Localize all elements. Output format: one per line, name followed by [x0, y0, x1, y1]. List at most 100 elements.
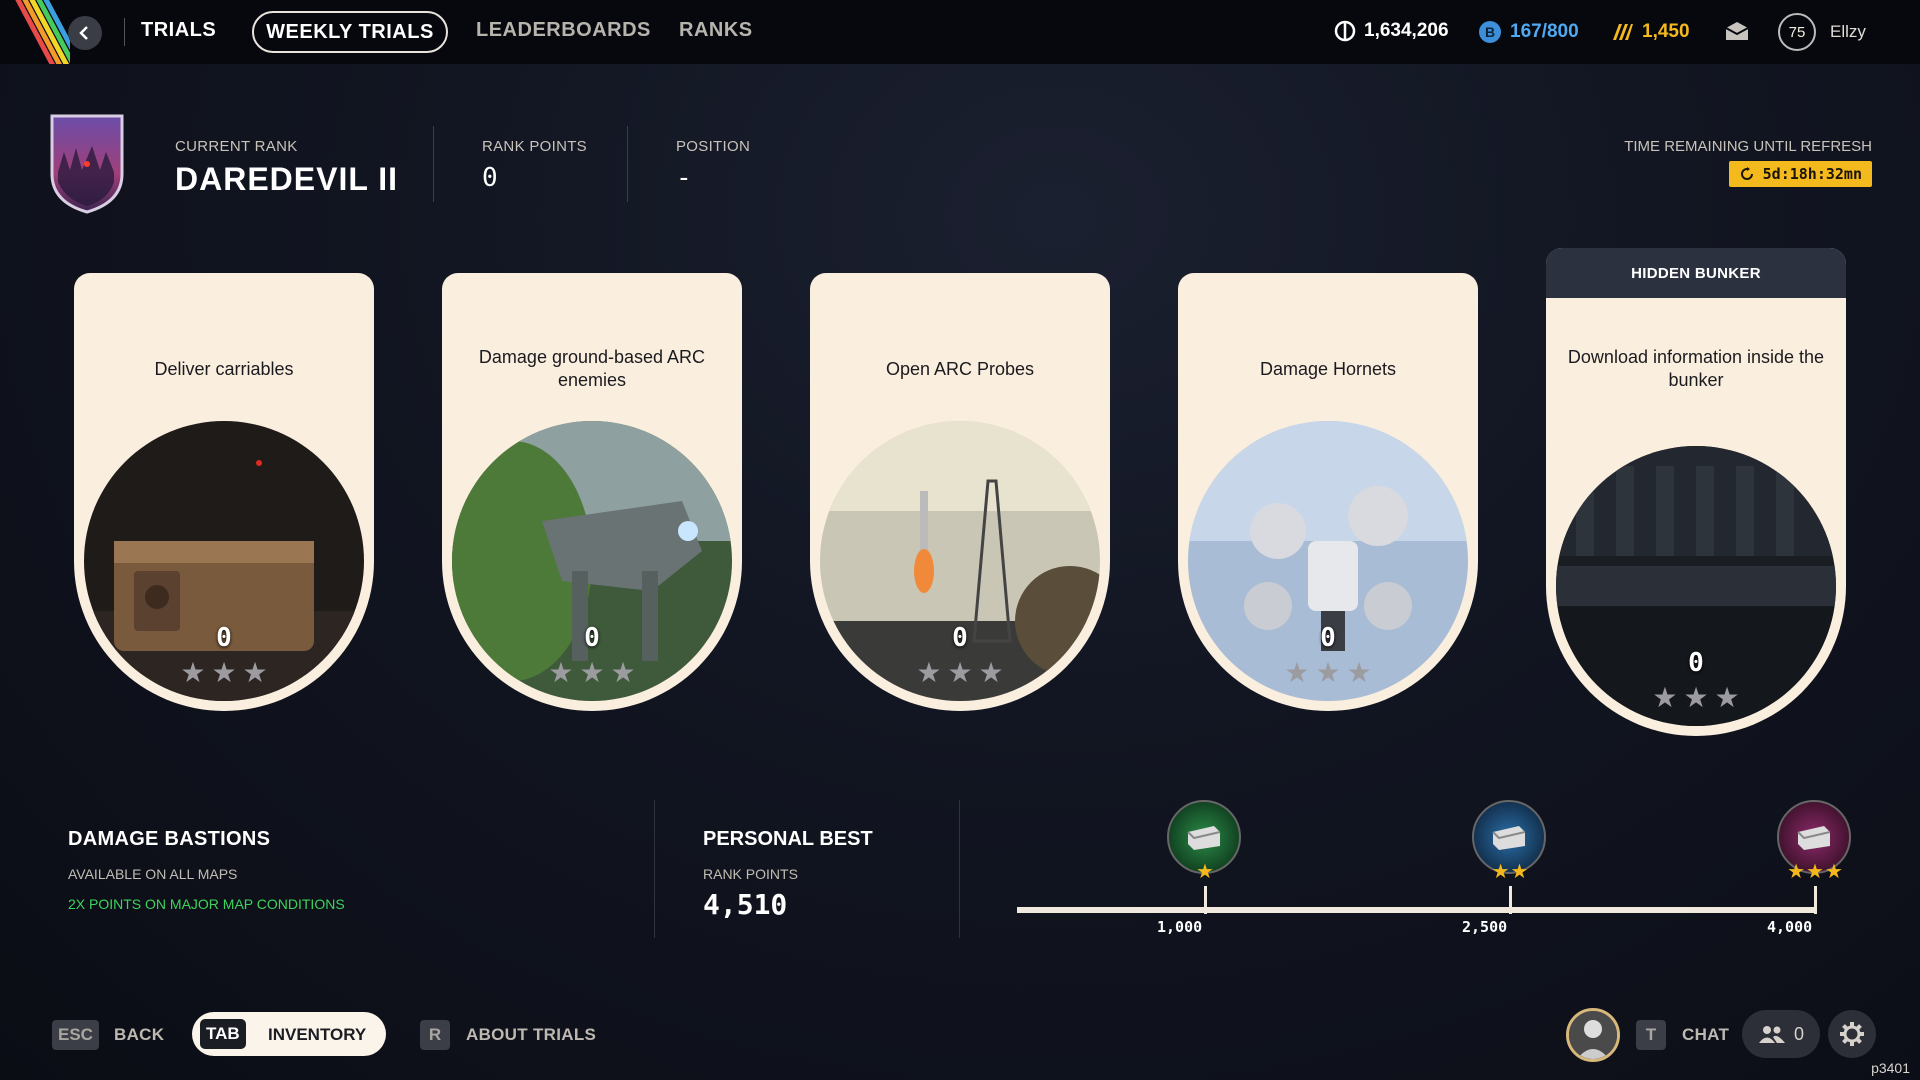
- t-key-hint[interactable]: T: [1636, 1020, 1666, 1050]
- about-trials-button[interactable]: ABOUT TRIALS: [466, 1025, 596, 1045]
- star-icon: ★: [1284, 657, 1310, 688]
- inventory-button[interactable]: TAB INVENTORY: [192, 1012, 386, 1056]
- star-icon: ★: [1683, 682, 1709, 713]
- trial-card-damage-hornets[interactable]: Damage Hornets 0 ★ ★ ★: [1178, 273, 1478, 711]
- chevron-left-icon: [79, 26, 88, 40]
- star-icon: ★: [211, 657, 237, 688]
- tab-ranks[interactable]: RANKS: [679, 19, 753, 42]
- trial-card-title: Damage Hornets: [1259, 358, 1397, 379]
- star-icon: ★: [1714, 682, 1740, 713]
- challenge-title: DAMAGE BASTIONS: [68, 828, 271, 850]
- creds-currency: 1,450: [1610, 20, 1690, 44]
- star-icon: ★: [1491, 861, 1510, 883]
- milestone-value: 1,000: [1157, 918, 1203, 936]
- rank-points-block: RANK POINTS 0: [482, 138, 587, 193]
- tokens-value: 167/800: [1510, 21, 1579, 42]
- r-key-hint[interactable]: R: [420, 1020, 450, 1050]
- trial-card-title: Open ARC Probes: [885, 358, 1035, 379]
- current-rank-value: DAREDEVIL II: [175, 161, 398, 197]
- challenge-divider-1: [654, 800, 655, 938]
- coins-value: 1,634,206: [1364, 20, 1449, 41]
- challenge-bonus: 2X POINTS ON MAJOR MAP CONDITIONS: [68, 896, 345, 912]
- star-icon: ★: [947, 657, 973, 688]
- milestone-stem: [1509, 886, 1512, 914]
- star-icon: ★: [1510, 861, 1529, 883]
- position-block: POSITION -: [676, 138, 750, 193]
- trial-card-title: Download information inside the bunker: [1567, 347, 1825, 390]
- star-icon: ★: [180, 657, 206, 688]
- rainbow-stripe-logo: [0, 0, 70, 64]
- star-icon: ★: [548, 657, 574, 688]
- svg-text:B: B: [1485, 24, 1495, 40]
- milestone-stars: ★ ★: [1472, 862, 1548, 882]
- player-level-badge[interactable]: 75: [1778, 13, 1816, 51]
- chat-button[interactable]: CHAT: [1682, 1025, 1729, 1045]
- star-icon: ★: [916, 657, 942, 688]
- rank-points-label: RANK POINTS: [482, 138, 587, 155]
- milestone-value: 4,000: [1767, 918, 1813, 936]
- trial-card-stars: ★ ★ ★: [1546, 684, 1846, 712]
- trial-card-deliver-carriables[interactable]: Deliver carriables 0 ★ ★ ★: [74, 273, 374, 711]
- milestone-1: ★ 1,000: [1157, 800, 1243, 936]
- nav-trials[interactable]: TRIALS: [141, 19, 216, 42]
- trial-card-hidden-bunker[interactable]: HIDDEN BUNKER Download information insid…: [1546, 248, 1846, 736]
- position-label: POSITION: [676, 138, 751, 155]
- star-icon: ★: [1824, 861, 1843, 883]
- top-bar: TRIALS WEEKLY TRIALS LEADERBOARDS RANKS …: [0, 0, 1920, 64]
- friends-button[interactable]: 0: [1742, 1010, 1820, 1058]
- friends-count: 0: [1793, 1023, 1804, 1044]
- star-icon: ★: [242, 657, 268, 688]
- star-icon: ★: [1315, 657, 1341, 688]
- rank-divider-1: [433, 126, 434, 202]
- star-icon: ★: [1196, 861, 1214, 883]
- tab-key-hint: TAB: [200, 1019, 246, 1049]
- challenge-subtitle: AVAILABLE ON ALL MAPS: [68, 866, 238, 882]
- position-value: -: [676, 163, 692, 193]
- rank-points-value: 0: [482, 163, 498, 193]
- trial-card-title: Deliver carriables: [154, 358, 294, 379]
- star-icon: ★: [1806, 861, 1824, 883]
- trial-card-damage-ground-arc[interactable]: Damage ground-based ARC enemies 0 ★ ★ ★: [442, 273, 742, 711]
- trial-card-score: 0: [584, 623, 600, 653]
- trial-card-stars: ★ ★ ★: [74, 659, 374, 687]
- coin-icon: [1334, 20, 1356, 42]
- back-button[interactable]: BACK: [114, 1025, 164, 1045]
- avatar[interactable]: [1566, 1008, 1620, 1062]
- creds-icon: [1613, 24, 1633, 40]
- mail-icon[interactable]: [1724, 20, 1750, 42]
- player-name[interactable]: Ellzy: [1830, 22, 1866, 42]
- build-version: p3401: [1871, 1060, 1910, 1076]
- coins-currency: 1,634,206: [1334, 20, 1449, 42]
- trial-card-score: 0: [1320, 623, 1336, 653]
- milestone-stem: [1204, 886, 1207, 914]
- tab-leaderboards[interactable]: LEADERBOARDS: [476, 19, 651, 42]
- milestone-stars: ★ ★ ★: [1777, 862, 1853, 882]
- back-arrow-button[interactable]: [68, 16, 102, 50]
- current-rank-label: CURRENT RANK: [175, 138, 298, 155]
- refresh-timer: 5d:18h:32mn: [1728, 161, 1872, 187]
- settings-button[interactable]: [1828, 1010, 1876, 1058]
- star-icon: ★: [579, 657, 605, 688]
- milestone-2: ★ ★ 2,500: [1462, 800, 1548, 936]
- star-icon: ★: [1787, 861, 1806, 883]
- star-icon: ★: [610, 657, 636, 688]
- personal-best-value: 4,510: [703, 888, 788, 921]
- tab-weekly-trials[interactable]: WEEKLY TRIALS: [252, 11, 448, 53]
- trial-card-score: 0: [1688, 648, 1704, 678]
- trial-card-open-arc-probes[interactable]: Open ARC Probes 0 ★ ★ ★: [810, 273, 1110, 711]
- current-rank-block: CURRENT RANK DAREDEVIL II: [175, 138, 398, 198]
- star-icon: ★: [1346, 657, 1372, 688]
- tokens-currency: B 167/800: [1478, 20, 1579, 44]
- refresh-clock-icon: [1740, 167, 1753, 180]
- nav-divider: [124, 18, 125, 46]
- milestone-3: ★ ★ ★ 4,000: [1767, 800, 1853, 936]
- token-icon: B: [1479, 21, 1501, 43]
- creds-value: 1,450: [1642, 21, 1690, 42]
- refresh-label: TIME REMAINING UNTIL REFRESH: [1624, 138, 1872, 155]
- personal-best-title: PERSONAL BEST: [703, 828, 873, 850]
- trial-card-title: Damage ground-based ARC enemies: [478, 347, 706, 390]
- esc-key-hint[interactable]: ESC: [52, 1020, 99, 1050]
- friends-icon: [1758, 1026, 1785, 1043]
- gear-icon: [1840, 1022, 1864, 1046]
- trial-card-stars: ★ ★ ★: [1178, 659, 1478, 687]
